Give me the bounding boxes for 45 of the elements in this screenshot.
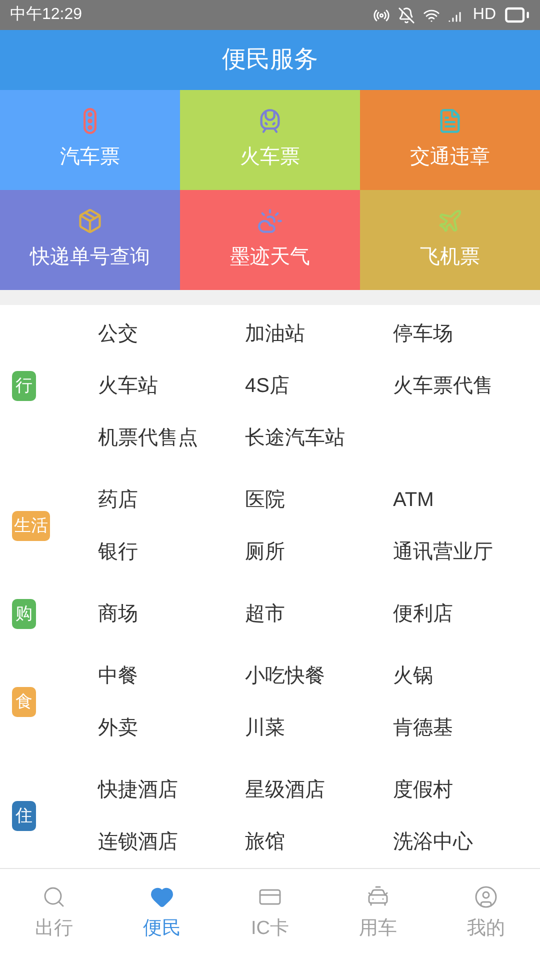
place-link[interactable]: 旅馆 (245, 816, 393, 868)
place-link[interactable]: 小吃快餐 (245, 650, 393, 702)
place-link[interactable]: 加油站 (245, 308, 393, 360)
place-link[interactable]: 外卖 (98, 702, 245, 754)
place-link[interactable]: 肯德基 (393, 702, 540, 754)
category-tag: 食 (12, 687, 36, 717)
place-link[interactable]: 火锅 (393, 650, 540, 702)
user-icon (474, 885, 498, 910)
place-link[interactable]: 4S店 (245, 360, 393, 412)
category-tag: 住 (12, 801, 36, 831)
place-link[interactable]: 商场 (98, 588, 245, 640)
place-link[interactable]: 洗浴中心 (393, 816, 540, 868)
place-link[interactable]: 长途汽车站 (245, 412, 393, 464)
place-link[interactable]: ATM (393, 474, 540, 526)
place-link[interactable]: 快捷酒店 (98, 764, 245, 816)
place-link[interactable]: 度假村 (393, 764, 540, 816)
place-link[interactable]: 通讯营业厅 (393, 526, 540, 578)
place-link[interactable]: 星级酒店 (245, 764, 393, 816)
box-icon (77, 208, 103, 234)
place-link[interactable]: 超市 (245, 588, 393, 640)
place-link[interactable]: 银行 (98, 526, 245, 578)
search-icon (42, 885, 66, 910)
place-link[interactable]: 火车站 (98, 360, 245, 412)
plane-icon (437, 208, 463, 234)
place-link[interactable]: 便利店 (393, 588, 540, 640)
category-tag: 生活 (12, 511, 50, 541)
place-link[interactable]: 医院 (245, 474, 393, 526)
network-type: HD (472, 5, 496, 25)
place-link[interactable]: 药店 (98, 474, 245, 526)
place-link[interactable]: 连锁酒店 (98, 816, 245, 868)
category-tag: 购 (12, 599, 36, 629)
place-link[interactable]: 厕所 (245, 526, 393, 578)
service-tile[interactable]: 快递单号查询 (0, 190, 180, 290)
place-link[interactable]: 公交 (98, 308, 245, 360)
place-link[interactable]: 火车票代售 (393, 360, 540, 412)
place-link[interactable]: 机票代售点 (98, 412, 245, 464)
heart-icon (150, 885, 174, 910)
place-link[interactable]: 中餐 (98, 650, 245, 702)
place-link[interactable]: 川菜 (245, 702, 393, 754)
place-link[interactable]: 停车场 (393, 308, 540, 360)
header-title: 便民服务 (222, 45, 318, 75)
status-time: 中午12:29 (10, 4, 82, 25)
bell-off-icon (398, 6, 415, 24)
category-tag: 行 (12, 371, 36, 401)
cloud-sun-icon (257, 208, 283, 234)
